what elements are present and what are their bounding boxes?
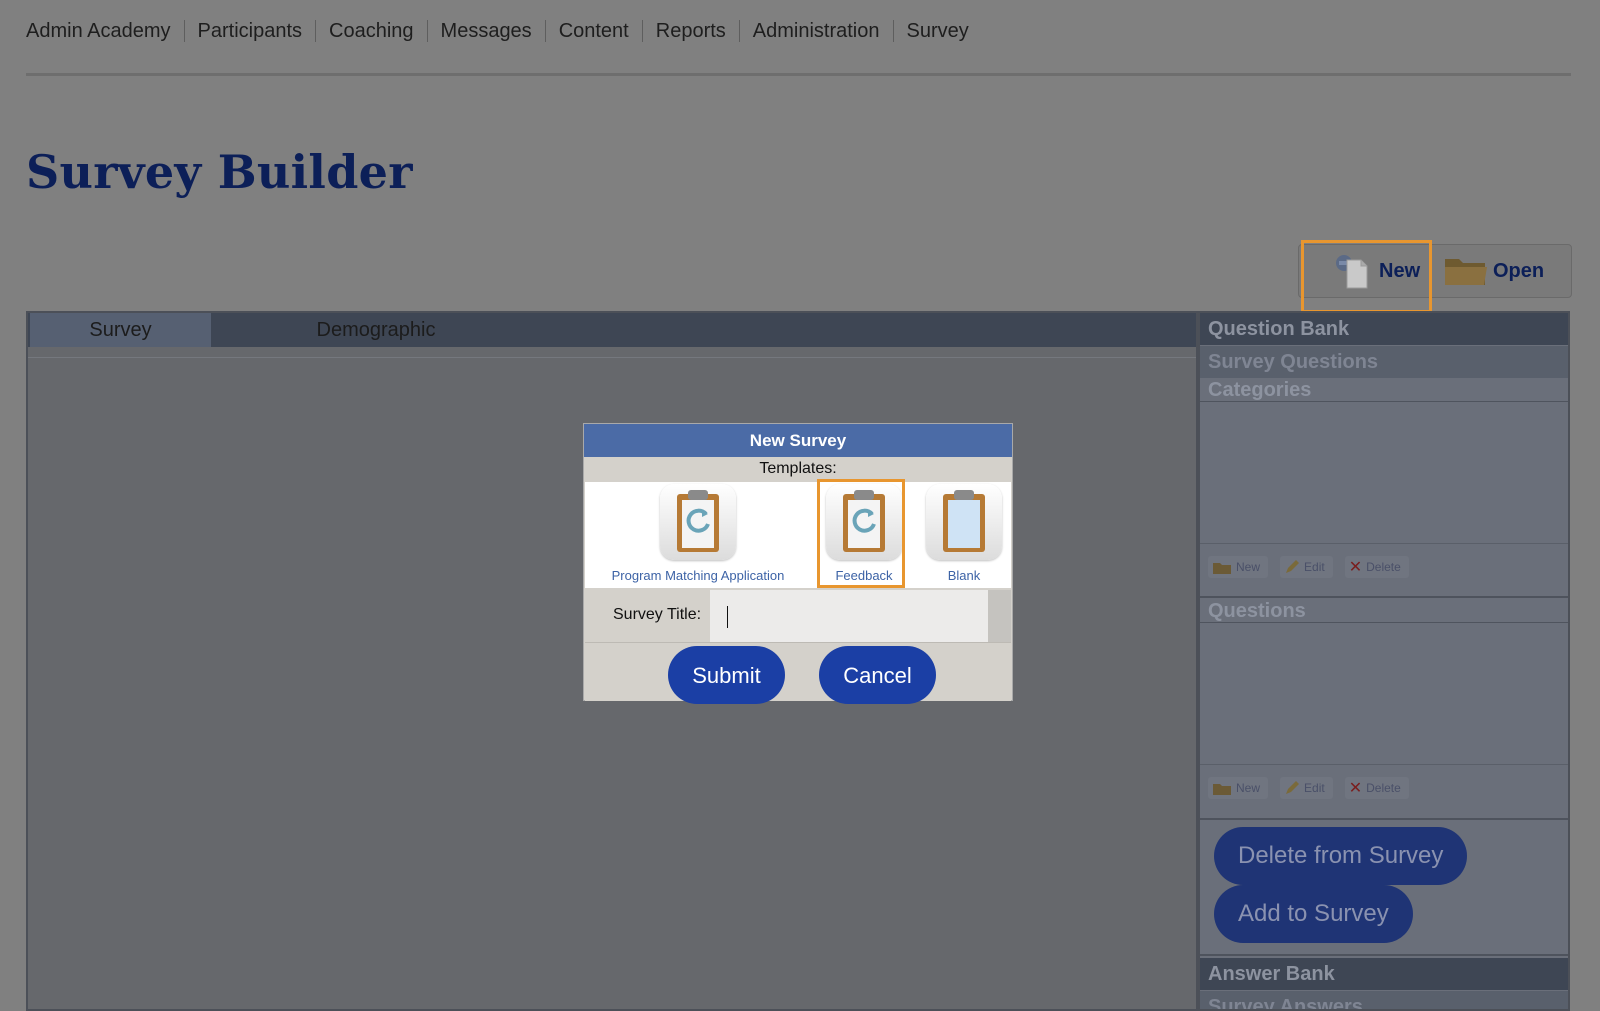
tab-survey[interactable]: Survey xyxy=(30,313,211,347)
pencil-icon xyxy=(1286,781,1300,794)
category-edit-button[interactable]: Edit xyxy=(1280,556,1333,578)
template-label: Blank xyxy=(947,568,981,583)
delete-from-survey-button[interactable]: Delete from Survey xyxy=(1214,827,1468,885)
new-button[interactable]: New xyxy=(1333,245,1420,297)
toolbar: New Open xyxy=(1298,244,1572,298)
dialog-actions: Submit Cancel xyxy=(585,642,1011,704)
open-button[interactable]: Open xyxy=(1443,245,1544,297)
category-edit-label: Edit xyxy=(1304,560,1325,574)
nav-item-participants[interactable]: Participants xyxy=(183,20,316,42)
questions-actions: New Edit ✕ Delete xyxy=(1208,777,1409,799)
new-button-label: New xyxy=(1379,259,1421,282)
tab-divider xyxy=(28,357,1196,358)
dialog-title: New Survey xyxy=(584,424,1012,457)
questions-header: Questions xyxy=(1200,599,1568,623)
survey-title-label: Survey Title: xyxy=(613,606,702,623)
tab-demographic[interactable]: Demographic xyxy=(211,313,541,347)
templates-label: Templates: xyxy=(759,460,837,477)
survey-title-row: Survey Title: xyxy=(585,590,1011,642)
cancel-button[interactable]: Cancel xyxy=(819,646,936,704)
question-delete-button[interactable]: ✕ Delete xyxy=(1344,777,1409,799)
templates-list: Program Matching Application Feedback Bl… xyxy=(585,482,1011,588)
nav-item-admin-academy[interactable]: Admin Academy xyxy=(26,20,184,42)
clipboard-refresh-icon xyxy=(826,484,902,560)
submit-button[interactable]: Submit xyxy=(668,646,785,704)
section-divider xyxy=(1200,818,1568,820)
top-nav: Admin Academy Participants Coaching Mess… xyxy=(26,20,982,42)
input-scrollbar[interactable] xyxy=(988,590,1011,642)
add-to-survey-button[interactable]: Add to Survey xyxy=(1214,885,1413,943)
answer-bank-header[interactable]: Answer Bank xyxy=(1200,958,1568,990)
template-blank[interactable]: Blank xyxy=(917,482,1011,588)
category-delete-button[interactable]: ✕ Delete xyxy=(1344,556,1409,578)
delete-x-icon: ✕ xyxy=(1348,559,1363,576)
clipboard-refresh-icon xyxy=(660,484,736,560)
question-new-button[interactable]: New xyxy=(1208,777,1269,799)
question-delete-label: Delete xyxy=(1366,781,1401,795)
open-button-label: Open xyxy=(1493,259,1545,282)
category-new-label: New xyxy=(1236,560,1261,574)
categories-actions: New Edit ✕ Delete xyxy=(1208,556,1409,578)
nav-item-administration[interactable]: Administration xyxy=(738,20,893,42)
survey-questions-header[interactable]: Survey Questions xyxy=(1200,346,1568,378)
new-survey-dialog: New Survey Templates: Program Matching A… xyxy=(583,423,1013,704)
nav-item-survey[interactable]: Survey xyxy=(892,20,982,42)
survey-answers-header[interactable]: Survey Answers xyxy=(1200,991,1568,1009)
folder-icon xyxy=(1445,259,1487,285)
nav-item-messages[interactable]: Messages xyxy=(426,20,545,42)
tab-bar: Survey Demographic xyxy=(28,313,1196,347)
template-feedback[interactable]: Feedback xyxy=(821,482,907,588)
questions-list[interactable] xyxy=(1200,624,1568,765)
survey-title-input[interactable] xyxy=(710,590,988,642)
question-new-label: New xyxy=(1236,781,1261,795)
template-label: Feedback xyxy=(835,568,893,583)
new-folder-icon xyxy=(1213,784,1231,795)
question-edit-label: Edit xyxy=(1304,781,1325,795)
new-document-icon xyxy=(1336,255,1368,289)
category-delete-label: Delete xyxy=(1366,560,1401,574)
clipboard-blank-icon xyxy=(926,484,1002,560)
nav-item-coaching[interactable]: Coaching xyxy=(315,20,427,42)
categories-list[interactable] xyxy=(1200,403,1568,544)
question-bank-header[interactable]: Question Bank xyxy=(1200,313,1568,345)
question-bank-panel: Question Bank Survey Questions Categorie… xyxy=(1198,311,1570,1011)
nav-item-reports[interactable]: Reports xyxy=(641,20,739,42)
template-label: Program Matching Application xyxy=(611,568,785,583)
nav-divider xyxy=(26,73,1571,76)
nav-item-content[interactable]: Content xyxy=(544,20,642,42)
category-new-button[interactable]: New xyxy=(1208,556,1269,578)
question-edit-button[interactable]: Edit xyxy=(1280,777,1333,799)
new-folder-icon xyxy=(1213,563,1231,574)
section-divider xyxy=(1200,596,1568,598)
section-divider xyxy=(1200,954,1568,956)
categories-header: Categories xyxy=(1200,378,1568,402)
pencil-icon xyxy=(1286,560,1300,573)
page-title: Survey Builder xyxy=(26,145,413,199)
text-cursor xyxy=(727,606,728,628)
template-program-matching-application[interactable]: Program Matching Application xyxy=(585,482,811,588)
delete-x-icon: ✕ xyxy=(1348,780,1363,797)
